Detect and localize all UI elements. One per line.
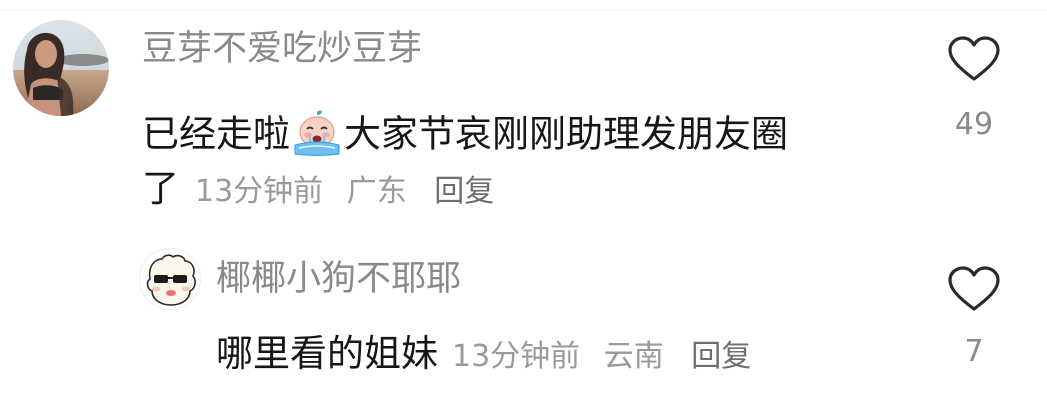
like-button[interactable] [946,265,1002,313]
reply-username[interactable]: 椰椰小狗不耶耶 [216,262,461,297]
comment-text-part: 已经走啦 [142,112,290,156]
reply-button[interactable]: 回复 [691,342,751,372]
comment-username[interactable]: 豆芽不爱吃炒豆芽 [142,32,422,67]
comment-text-line2: 了 13分钟前 广东 回复 [142,170,494,207]
reply-location: 云南 [603,339,664,374]
like-count: 7 [964,334,984,369]
comment-meta: 13分钟前 广东 回复 [195,177,494,207]
comment-text-part: 大家节哀刚刚助理发朋友圈 [344,112,788,156]
reply-button[interactable]: 回复 [434,177,494,207]
avatar[interactable] [13,20,109,116]
reply-time: 13分钟前 [452,339,581,374]
reply-meta: 13分钟前 云南 回复 [452,342,751,372]
heart-icon [948,36,1000,81]
crying-face-emoji-icon [291,109,343,163]
comment-section: 豆芽不爱吃炒豆芽 已经走啦 大家节哀刚刚助理发朋友圈 了 13分钟前 广东 回复 [0,0,1047,400]
like-button[interactable] [946,35,1002,83]
reply-text: 哪里看的姐妹 [216,332,438,375]
comment-text-part: 了 [142,167,179,210]
heart-icon [948,266,1000,311]
comment-time: 13分钟前 [195,174,324,209]
like-count: 49 [954,107,994,142]
comment-text: 已经走啦 大家节哀刚刚助理发朋友圈 [142,109,788,163]
comment-location: 广东 [346,174,407,209]
divider [0,9,1047,10]
reply-text-line: 哪里看的姐妹 13分钟前 云南 回复 [216,335,751,372]
avatar[interactable] [139,248,201,310]
